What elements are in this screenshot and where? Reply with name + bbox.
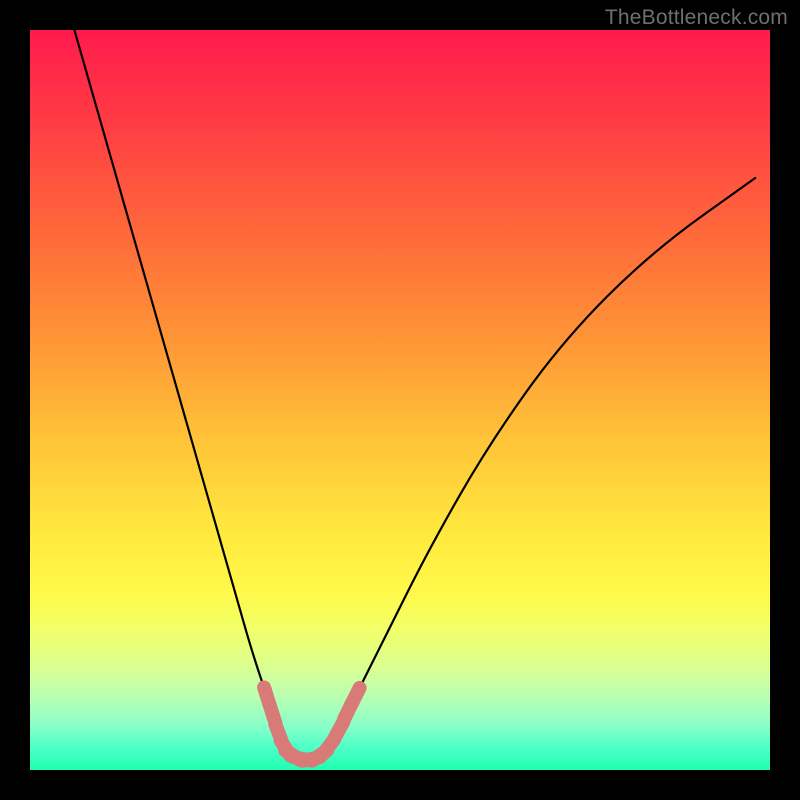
marker-group xyxy=(264,687,360,760)
plot-area xyxy=(30,30,770,770)
chart-frame: TheBottleneck.com xyxy=(0,0,800,800)
bottleneck-curve xyxy=(74,30,755,759)
curve-marker xyxy=(352,688,360,704)
watermark-text: TheBottleneck.com xyxy=(605,6,788,30)
curve-layer xyxy=(30,30,770,770)
